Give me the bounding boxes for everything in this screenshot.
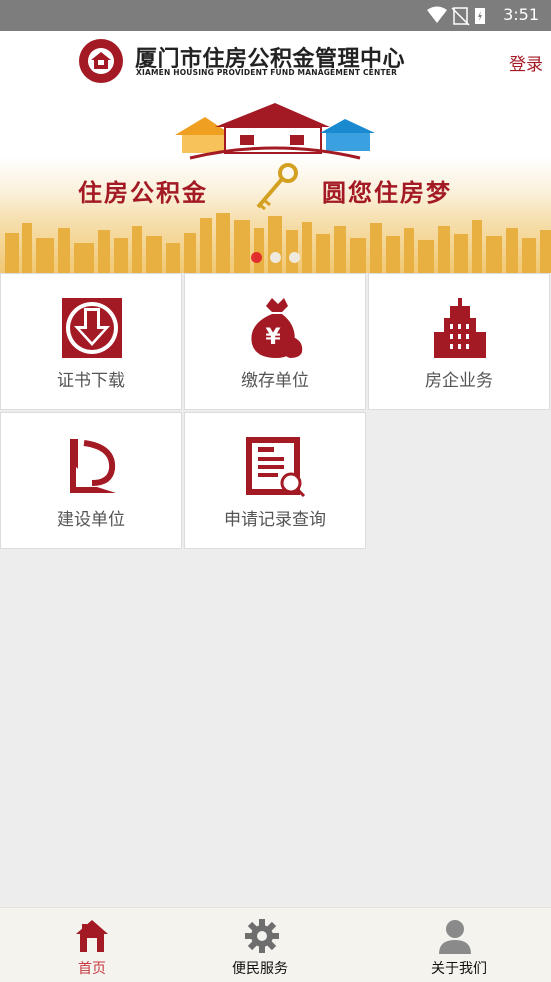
grid-item-label: 证书下载 (57, 371, 125, 391)
header-subtitle: XIAMEN HOUSING PROVIDENT FUND MANAGEMENT… (136, 68, 398, 77)
wifi-icon (427, 6, 447, 23)
banner-slogan-left: 住房公积金 (78, 179, 208, 207)
grid-item-label: 建设单位 (57, 510, 125, 530)
construction-ruler-icon (70, 439, 116, 493)
nav-label: 便民服务 (232, 961, 288, 977)
no-sim-icon (451, 7, 470, 26)
grid-item-deposit-unit[interactable]: ¥ 缴存单位 (184, 273, 366, 410)
nav-item-home[interactable]: 首页 (0, 908, 184, 982)
key-icon (256, 163, 298, 211)
record-search-icon (246, 437, 306, 497)
nav-label: 关于我们 (431, 961, 487, 977)
nav-item-services[interactable]: 便民服务 (184, 908, 368, 982)
grid-item-label: 房企业务 (425, 371, 493, 391)
status-bar: 3:51 (0, 0, 551, 31)
nav-item-about[interactable]: 关于我们 (367, 908, 551, 982)
carousel-indicator (251, 252, 300, 263)
carousel-dot[interactable] (289, 252, 300, 263)
grid-item-real-estate-business[interactable]: 房企业务 (368, 273, 550, 410)
app-header: 厦门市住房公积金管理中心 XIAMEN HOUSING PROVIDENT FU… (0, 31, 551, 93)
carousel-dot[interactable] (270, 252, 281, 263)
logo-house-icon (91, 52, 111, 69)
status-icons (427, 6, 487, 30)
city-skyline-illustration (5, 213, 551, 273)
status-time: 3:51 (503, 5, 539, 24)
grid-item-certificate-download[interactable]: 证书下载 (0, 273, 182, 410)
banner-slogan-right: 圆您住房梦 (322, 179, 452, 207)
person-icon (439, 920, 471, 954)
money-bag-icon: ¥ (251, 298, 303, 358)
svg-text:¥: ¥ (265, 325, 281, 350)
download-certificate-icon (62, 298, 122, 358)
grid-item-construction-unit[interactable]: 建设单位 (0, 412, 182, 549)
building-icon (434, 298, 486, 358)
login-button[interactable]: 登录 (509, 50, 543, 75)
nav-label: 首页 (78, 961, 106, 977)
grid-item-application-record-query[interactable]: 申请记录查询 (184, 412, 366, 549)
banner-carousel[interactable]: 住房公积金 圆您住房梦 (0, 93, 551, 273)
battery-icon (475, 8, 485, 24)
grid-item-label: 申请记录查询 (224, 510, 326, 530)
bottom-nav: 首页 便民服务 关于我们 (0, 907, 551, 982)
grid-item-label: 缴存单位 (241, 371, 309, 391)
carousel-dot[interactable] (251, 252, 262, 263)
gear-icon (245, 919, 279, 953)
houses-illustration (175, 103, 375, 160)
home-icon (76, 920, 108, 952)
